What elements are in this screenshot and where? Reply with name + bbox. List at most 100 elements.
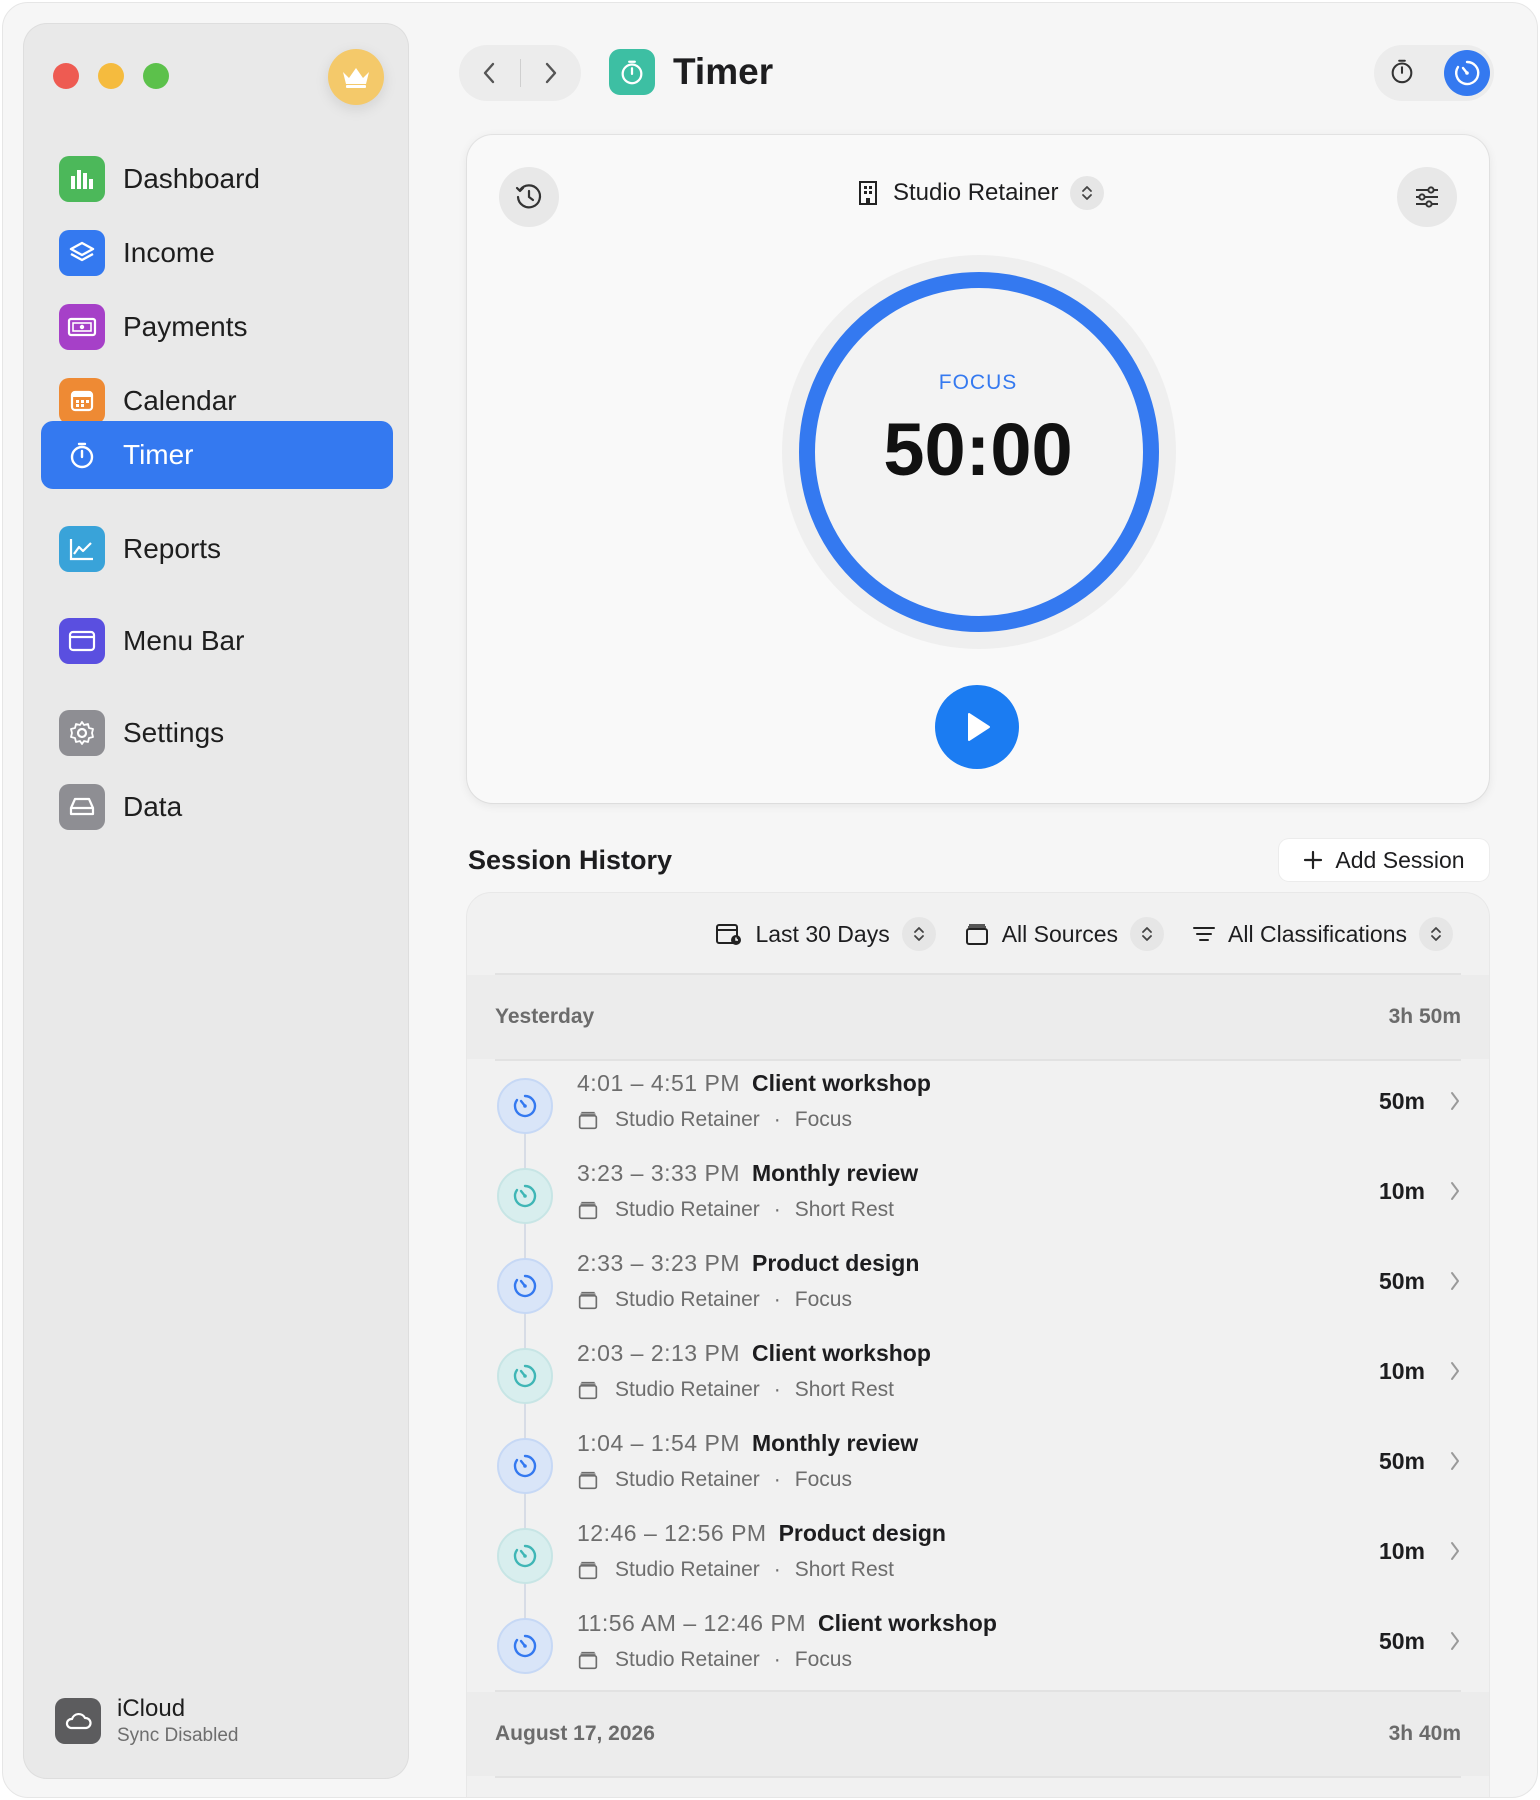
cloud-icon xyxy=(55,1698,101,1744)
briefcase-icon xyxy=(578,1561,598,1580)
session-kind: Short Rest xyxy=(794,1378,894,1401)
session-source: Studio Retainer xyxy=(615,1108,760,1131)
calendar-icon xyxy=(59,378,105,424)
group-header: Yesterday 3h 50m xyxy=(467,975,1489,1059)
session-timer-icon xyxy=(497,1168,553,1224)
session-row[interactable]: 2:03 – 2:13 PM Client workshop Studio Reta… xyxy=(467,1330,1489,1420)
briefcase-icon xyxy=(578,1651,598,1670)
sidebar-item-dashboard[interactable]: Dashboard xyxy=(41,145,393,213)
source-picker[interactable]: Studio Retainer xyxy=(857,173,1105,213)
session-timer-icon xyxy=(497,1078,553,1134)
icloud-subtitle: Sync Disabled xyxy=(117,1725,239,1746)
session-time: 2:03 – 2:13 PM xyxy=(577,1340,740,1366)
session-title: Product design xyxy=(752,1250,920,1276)
window-controls xyxy=(53,63,169,89)
separator-dot: · xyxy=(773,1378,781,1401)
session-source: Studio Retainer xyxy=(615,1558,760,1581)
add-session-button[interactable]: Add Session xyxy=(1279,839,1489,881)
sidebar-item-label: Data xyxy=(123,791,183,822)
separator-dot: · xyxy=(773,1108,781,1131)
icloud-status[interactable]: iCloud Sync Disabled xyxy=(55,1695,238,1747)
premium-crown-button[interactable] xyxy=(328,49,384,105)
session-title: Client workshop xyxy=(752,1070,931,1096)
filter-lines-icon xyxy=(1193,927,1216,941)
chevron-right-icon xyxy=(1449,1090,1461,1117)
timer-settings-button[interactable] xyxy=(1397,167,1457,227)
session-time: 12:46 – 12:56 PM xyxy=(577,1520,767,1546)
minimize-window-button[interactable] xyxy=(98,63,124,89)
chevron-right-icon xyxy=(545,62,556,84)
session-row[interactable]: 3:23 – 3:33 PM Monthly review Studio Retai… xyxy=(467,1150,1489,1240)
briefcase-icon xyxy=(965,924,988,945)
plus-icon xyxy=(1304,850,1323,870)
sidebar-item-menu-bar[interactable]: Menu Bar xyxy=(41,607,393,675)
stopwatch-icon xyxy=(1391,59,1413,83)
navigation-controls xyxy=(459,45,581,101)
chevron-right-icon xyxy=(1449,1450,1461,1477)
classifications-label: All Classifications xyxy=(1228,920,1407,947)
separator-dot: · xyxy=(773,1558,781,1581)
sidebar-item-reports[interactable]: Reports xyxy=(41,515,393,583)
session-duration: 50m xyxy=(1378,1088,1425,1114)
stopwatch-mode-button[interactable] xyxy=(1388,57,1416,90)
calendar-clock-icon xyxy=(716,924,742,945)
group-label: Yesterday xyxy=(495,1005,595,1028)
sidebar-item-payments[interactable]: Payments xyxy=(41,293,393,361)
session-duration: 10m xyxy=(1378,1178,1425,1204)
sidebar-item-settings[interactable]: Settings xyxy=(41,699,393,767)
group-total: 3h 40m xyxy=(1388,1722,1461,1745)
briefcase-icon xyxy=(578,1291,598,1310)
session-time: 4:01 – 4:51 PM xyxy=(577,1070,740,1096)
timer-card: Studio Retainer FOCUS 50:00 xyxy=(467,135,1489,803)
chevron-right-icon xyxy=(1449,1630,1461,1657)
building-icon xyxy=(859,181,877,205)
forward-button[interactable] xyxy=(520,45,581,101)
sources-label: All Sources xyxy=(1001,920,1119,947)
back-button[interactable] xyxy=(459,45,520,101)
briefcase-icon xyxy=(578,1471,598,1490)
session-title: Monthly review xyxy=(752,1160,919,1186)
briefcase-icon xyxy=(578,1111,598,1130)
session-source: Studio Retainer xyxy=(615,1468,760,1491)
session-row[interactable]: 2:33 – 3:23 PM Product design Studio Retai… xyxy=(467,1240,1489,1330)
session-time: 1:04 – 1:54 PM xyxy=(577,1430,740,1456)
session-title: Product design xyxy=(778,1520,946,1546)
session-source: Studio Retainer xyxy=(615,1378,760,1401)
stopwatch-icon xyxy=(621,60,643,85)
session-duration: 50m xyxy=(1378,1448,1425,1474)
session-kind: Focus xyxy=(794,1108,852,1131)
up-down-chevron-icon xyxy=(901,917,936,951)
line-chart-icon xyxy=(59,526,105,572)
sidebar-item-data[interactable]: Data xyxy=(41,773,393,841)
date-range-filter[interactable]: Last 30 Days xyxy=(715,917,936,951)
session-row[interactable]: 1:04 – 1:54 PM Monthly review Studio Retai… xyxy=(467,1420,1489,1510)
pomodoro-mode-button[interactable] xyxy=(1444,50,1490,96)
session-duration: 50m xyxy=(1378,1628,1425,1654)
group-label: August 17, 2026 xyxy=(495,1722,655,1745)
timer-countdown: 50:00 xyxy=(883,408,1073,491)
session-kind: Short Rest xyxy=(794,1198,894,1221)
chart-bar-icon xyxy=(59,156,105,202)
session-title: Monthly review xyxy=(752,1430,919,1456)
sources-filter[interactable]: All Sources xyxy=(964,917,1165,951)
session-history-title: Session History xyxy=(468,845,673,875)
sidebar-item-timer[interactable]: Timer xyxy=(41,421,393,489)
classifications-filter[interactable]: All Classifications xyxy=(1192,917,1453,951)
session-timer-icon xyxy=(497,1348,553,1404)
layers-icon xyxy=(59,230,105,276)
session-row[interactable]: 4:01 – 4:51 PM Client workshop Studio Reta… xyxy=(467,1060,1489,1150)
up-down-chevron-icon xyxy=(1419,917,1453,951)
history-button[interactable] xyxy=(499,167,559,227)
stopwatch-icon xyxy=(59,432,105,478)
session-row[interactable]: 11:56 AM – 12:46 PM Client workshop Studio… xyxy=(467,1600,1489,1690)
zoom-window-button[interactable] xyxy=(143,63,169,89)
session-row[interactable]: 12:46 – 12:56 PM Product design Studio Ret… xyxy=(467,1510,1489,1600)
sidebar-item-label: Calendar xyxy=(123,385,237,416)
sidebar-item-label: Payments xyxy=(123,311,248,342)
source-picker-label: Studio Retainer xyxy=(893,179,1059,206)
drive-icon xyxy=(59,784,105,830)
play-button[interactable] xyxy=(935,685,1019,769)
app-window: Dashboard Income Payments Calendar Timer… xyxy=(2,2,1538,1798)
sidebar-item-income[interactable]: Income xyxy=(41,219,393,287)
close-window-button[interactable] xyxy=(53,63,79,89)
